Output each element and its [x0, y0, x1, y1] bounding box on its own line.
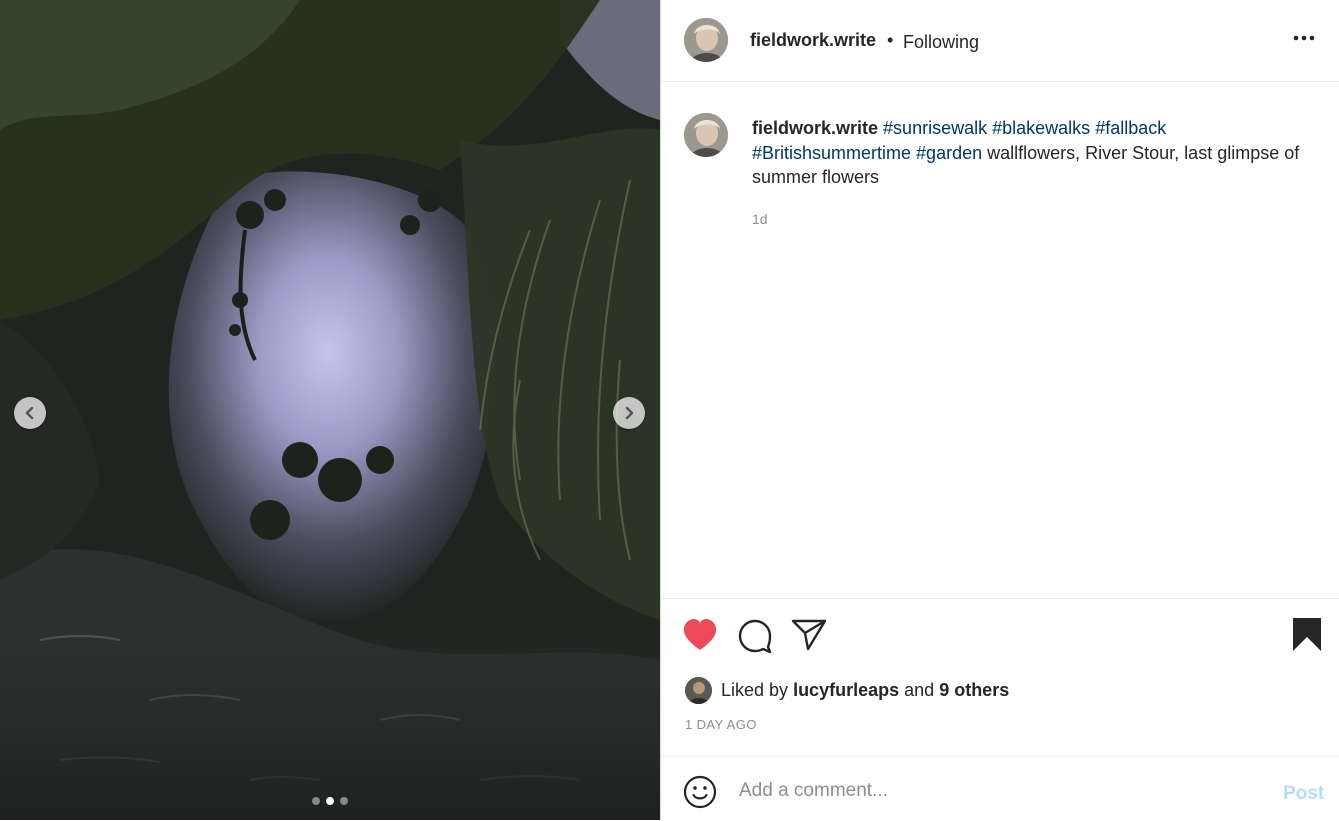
share-icon — [791, 619, 827, 651]
likes-prefix: Liked by — [721, 679, 789, 700]
post-photo — [0, 0, 660, 820]
bookmark-filled-icon — [1293, 618, 1321, 651]
post-comment-button[interactable]: Post — [1283, 783, 1324, 805]
hashtag-link[interactable]: #Britishsummertime — [752, 143, 911, 163]
comment-bar: Post — [661, 756, 1339, 821]
caption-section: fieldwork.write #sunrisewalk #blakewalks… — [661, 82, 1339, 597]
like-button[interactable] — [682, 618, 718, 657]
avatar[interactable] — [684, 18, 728, 62]
share-button[interactable] — [791, 618, 827, 657]
carousel-dot — [340, 797, 348, 805]
caption-username[interactable]: fieldwork.write — [752, 118, 878, 138]
caption-text: fieldwork.write #sunrisewalk #blakewalks… — [752, 116, 1322, 190]
carousel-indicator — [312, 797, 348, 805]
emoji-button[interactable] — [683, 775, 717, 814]
comment-input[interactable] — [737, 773, 1261, 809]
hashtag-link[interactable]: #fallback — [1095, 118, 1166, 138]
avatar-image — [684, 18, 728, 62]
caption-avatar[interactable] — [684, 113, 728, 157]
comment-icon — [738, 619, 772, 654]
likes-summary: Liked by lucyfurleaps and 9 others — [685, 676, 1009, 704]
hashtag-link[interactable]: #garden — [916, 143, 982, 163]
post-panel: fieldwork.write • Following fieldwork.wr… — [661, 0, 1339, 820]
chevron-right-icon — [625, 406, 634, 420]
hashtag-link[interactable]: #sunrisewalk — [883, 118, 987, 138]
liker-username[interactable]: lucyfurleaps — [793, 680, 899, 701]
avatar-image — [685, 676, 712, 704]
heart-filled-icon — [683, 619, 717, 650]
more-options-icon — [1293, 35, 1315, 41]
carousel-next-button[interactable] — [613, 397, 645, 429]
post-header: fieldwork.write • Following — [661, 0, 1339, 82]
following-button[interactable]: Following — [903, 32, 979, 53]
caption-time[interactable]: 1d — [752, 211, 768, 227]
carousel-prev-button[interactable] — [14, 397, 46, 429]
chevron-left-icon — [25, 406, 34, 420]
liker-avatar[interactable] — [685, 676, 712, 704]
river-photo — [0, 0, 660, 820]
comment-button[interactable] — [737, 618, 773, 659]
carousel-dot-active — [326, 797, 334, 805]
header-username[interactable]: fieldwork.write — [750, 30, 876, 51]
avatar-image — [684, 113, 728, 157]
likes-and: and — [904, 679, 935, 700]
likes-others-link[interactable]: 9 others — [939, 680, 1009, 701]
action-bar: Liked by lucyfurleaps and 9 others 1 DAY… — [661, 598, 1339, 756]
emoji-icon — [683, 775, 717, 809]
post-timestamp[interactable]: 1 DAY AGO — [685, 717, 757, 732]
save-button[interactable] — [1291, 617, 1323, 658]
hashtag-link[interactable]: #blakewalks — [992, 118, 1090, 138]
more-options-button[interactable] — [1291, 28, 1317, 48]
separator-bullet: • — [887, 30, 894, 50]
carousel-dot — [312, 797, 320, 805]
